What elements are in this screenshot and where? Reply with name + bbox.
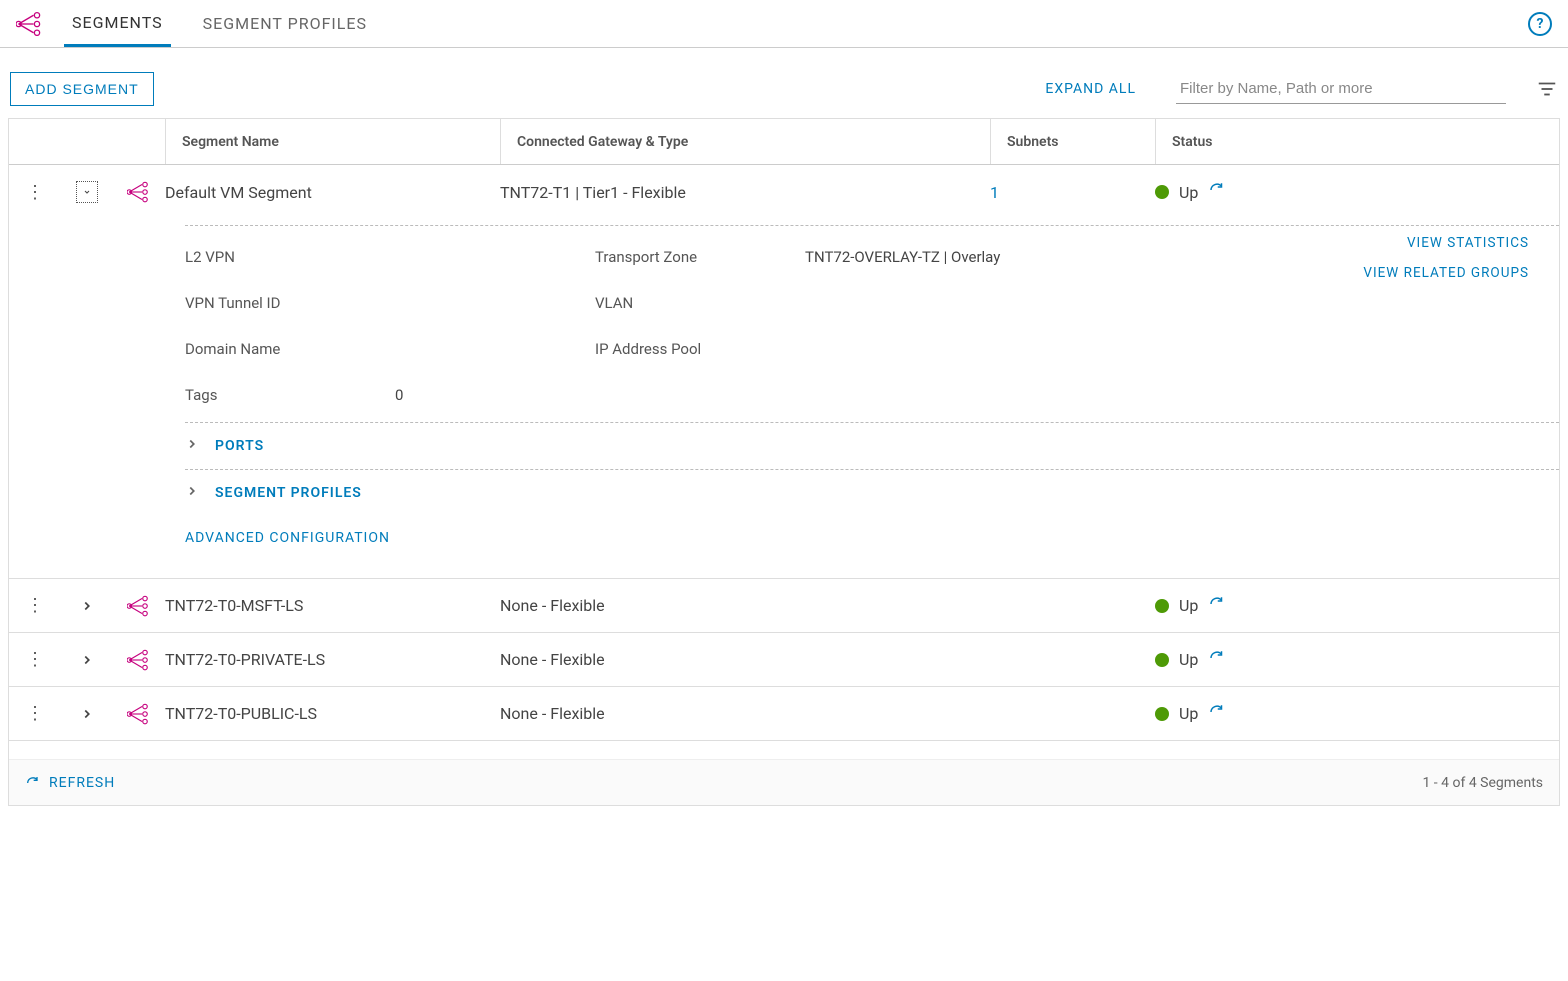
status-value: Up xyxy=(1155,689,1395,739)
segment-profiles-section: SEGMENT PROFILES xyxy=(185,469,1559,516)
row-count: 1 - 4 of 4 Segments xyxy=(1422,775,1543,791)
add-segment-button[interactable]: ADD SEGMENT xyxy=(10,72,154,106)
table-row: ⋮ TNT72-T0-PRIVATE-LS None - Flexible Up xyxy=(9,633,1559,687)
refresh-status-icon[interactable] xyxy=(1208,181,1226,203)
status-value: Up xyxy=(1155,167,1395,217)
segment-profiles-link[interactable]: SEGMENT PROFILES xyxy=(215,485,362,501)
l2vpn-label: L2 VPN xyxy=(185,248,395,266)
tags-label: Tags xyxy=(185,386,395,404)
ip-pool-label: IP Address Pool xyxy=(595,340,805,358)
view-statistics-link[interactable]: VIEW STATISTICS xyxy=(1407,235,1529,251)
segment-name: Default VM Segment xyxy=(165,169,500,216)
segment-detail: L2 VPN Transport Zone TNT72-OVERLAY-TZ |… xyxy=(9,225,1559,578)
row-actions-menu[interactable]: ⋮ xyxy=(9,581,61,630)
segments-logo-icon xyxy=(16,10,44,38)
transport-zone-label: Transport Zone xyxy=(595,248,805,266)
filter-settings-icon[interactable] xyxy=(1536,78,1558,100)
advanced-configuration-link[interactable]: ADVANCED CONFIGURATION xyxy=(185,516,1559,560)
status-value: Up xyxy=(1155,635,1395,685)
tab-segments[interactable]: SEGMENTS xyxy=(64,0,171,47)
row-actions-menu[interactable]: ⋮ xyxy=(9,689,61,738)
segment-name: TNT72-T0-MSFT-LS xyxy=(165,582,500,629)
refresh-status-icon[interactable] xyxy=(1208,649,1226,671)
table-row: ⋮ TNT72-T0-PUBLIC-LS None - Flexible Up xyxy=(9,687,1559,741)
segment-name: TNT72-T0-PRIVATE-LS xyxy=(165,636,500,683)
segment-icon xyxy=(113,580,165,632)
subnets-link[interactable]: 1 xyxy=(990,169,1155,216)
refresh-status-icon[interactable] xyxy=(1208,703,1226,725)
expand-all-link[interactable]: EXPAND ALL xyxy=(1045,81,1136,97)
status-up-icon xyxy=(1155,185,1169,199)
table-footer: REFRESH 1 - 4 of 4 Segments xyxy=(9,759,1559,805)
ports-link[interactable]: PORTS xyxy=(215,438,264,454)
gateway-value: TNT72-T1 | Tier1 - Flexible xyxy=(500,169,990,216)
segment-icon xyxy=(113,166,165,218)
refresh-button[interactable]: REFRESH xyxy=(25,775,115,791)
col-status: Status xyxy=(1155,119,1395,164)
collapse-toggle[interactable] xyxy=(76,181,98,203)
domain-name-label: Domain Name xyxy=(185,340,395,358)
segment-name: TNT72-T0-PUBLIC-LS xyxy=(165,690,500,737)
segment-icon xyxy=(113,634,165,686)
status-up-icon xyxy=(1155,707,1169,721)
col-subnets: Subnets xyxy=(990,119,1155,164)
filter-input[interactable] xyxy=(1176,74,1506,104)
chevron-right-icon[interactable] xyxy=(185,484,201,502)
transport-zone-value: TNT72-OVERLAY-TZ | Overlay xyxy=(805,248,1235,266)
table-row: ⋮ TNT72-T0-MSFT-LS None - Flexible Up xyxy=(9,579,1559,633)
col-segment-name: Segment Name xyxy=(165,119,500,164)
expand-toggle[interactable] xyxy=(76,649,98,671)
status-text: Up xyxy=(1179,183,1198,202)
toolbar: ADD SEGMENT EXPAND ALL xyxy=(0,48,1568,118)
expand-toggle[interactable] xyxy=(76,595,98,617)
view-related-groups-link[interactable]: VIEW RELATED GROUPS xyxy=(1363,265,1529,281)
col-gateway: Connected Gateway & Type xyxy=(500,119,990,164)
chevron-right-icon[interactable] xyxy=(185,437,201,455)
gateway-value: None - Flexible xyxy=(500,690,990,737)
tab-bar: SEGMENTS SEGMENT PROFILES ? xyxy=(0,0,1568,48)
status-text: Up xyxy=(1179,596,1198,615)
table-row: ⋮ Default VM Segment TNT72-T1 | Tier1 - … xyxy=(9,165,1559,579)
status-up-icon xyxy=(1155,653,1169,667)
status-value: Up xyxy=(1155,581,1395,631)
table-header: Segment Name Connected Gateway & Type Su… xyxy=(9,119,1559,165)
gateway-value: None - Flexible xyxy=(500,636,990,683)
vpn-tunnel-label: VPN Tunnel ID xyxy=(185,294,395,312)
help-icon[interactable]: ? xyxy=(1528,12,1552,36)
status-text: Up xyxy=(1179,704,1198,723)
status-up-icon xyxy=(1155,599,1169,613)
tags-value: 0 xyxy=(395,386,595,404)
status-text: Up xyxy=(1179,650,1198,669)
refresh-label: REFRESH xyxy=(49,775,115,791)
ports-section: PORTS xyxy=(185,422,1559,469)
gateway-value: None - Flexible xyxy=(500,582,990,629)
segment-icon xyxy=(113,688,165,740)
row-actions-menu[interactable]: ⋮ xyxy=(9,168,61,217)
tab-segment-profiles[interactable]: SEGMENT PROFILES xyxy=(195,0,375,47)
segments-table: Segment Name Connected Gateway & Type Su… xyxy=(8,118,1560,806)
expand-toggle[interactable] xyxy=(76,703,98,725)
row-actions-menu[interactable]: ⋮ xyxy=(9,635,61,684)
refresh-status-icon[interactable] xyxy=(1208,595,1226,617)
vlan-label: VLAN xyxy=(595,294,805,312)
